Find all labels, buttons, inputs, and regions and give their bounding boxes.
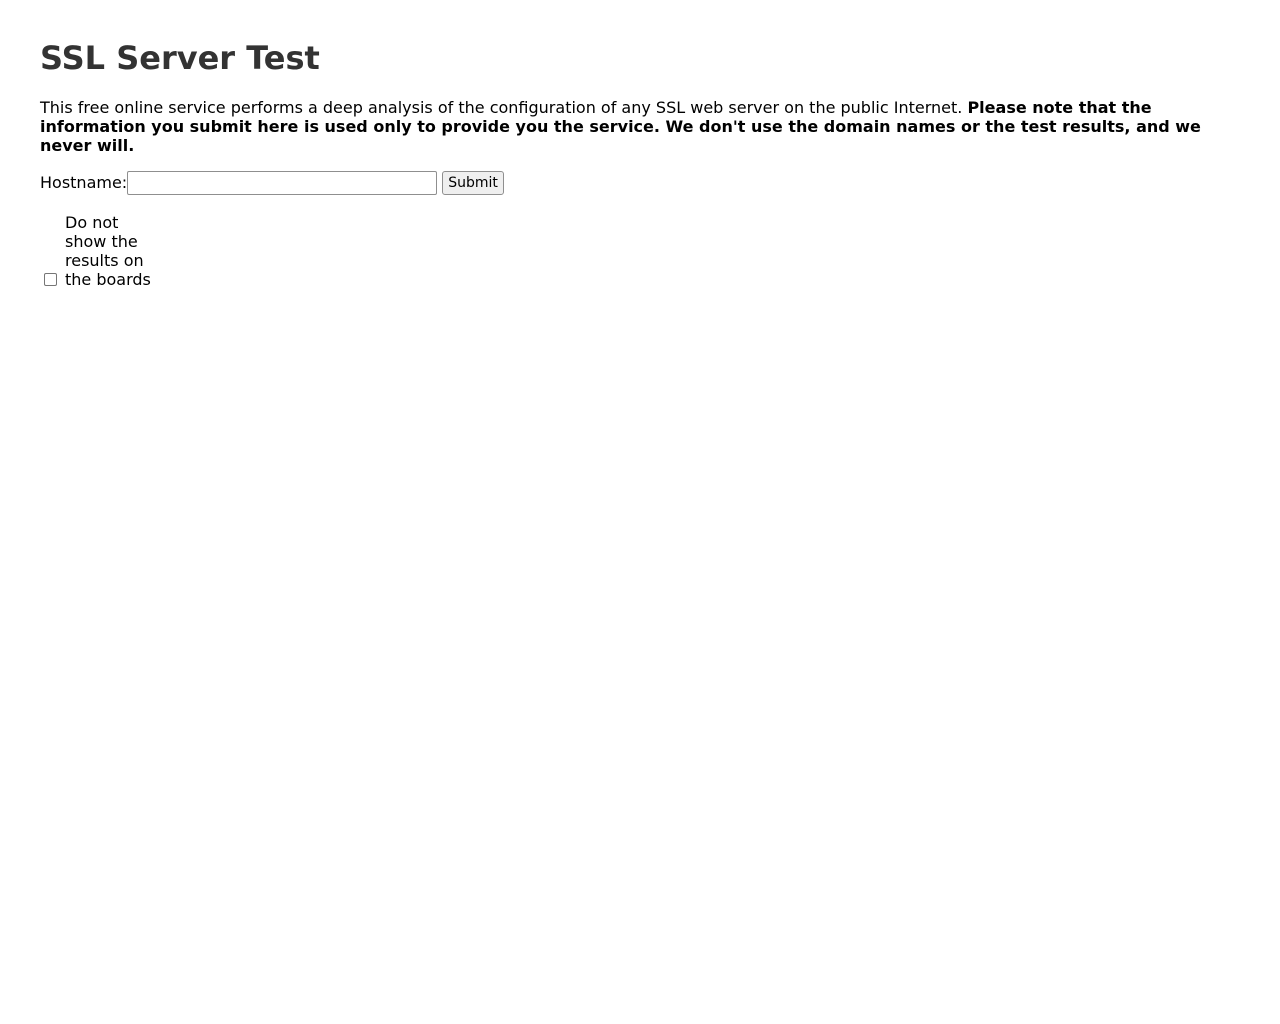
intro-text: This free online service performs a deep…: [40, 98, 963, 117]
hostname-label: Hostname:: [40, 173, 128, 192]
hostname-input[interactable]: [127, 171, 438, 195]
page-title: SSL Server Test: [40, 39, 320, 77]
hide-results-option: Do not show the results on the boards: [40, 213, 155, 289]
hide-results-label[interactable]: Do not show the results on the boards: [65, 213, 155, 289]
submit-button[interactable]: Submit: [442, 171, 504, 195]
hide-results-checkbox[interactable]: [44, 273, 57, 286]
hostname-form: Hostname: Submit: [40, 170, 504, 196]
intro-paragraph: This free online service performs a deep…: [40, 98, 1220, 155]
